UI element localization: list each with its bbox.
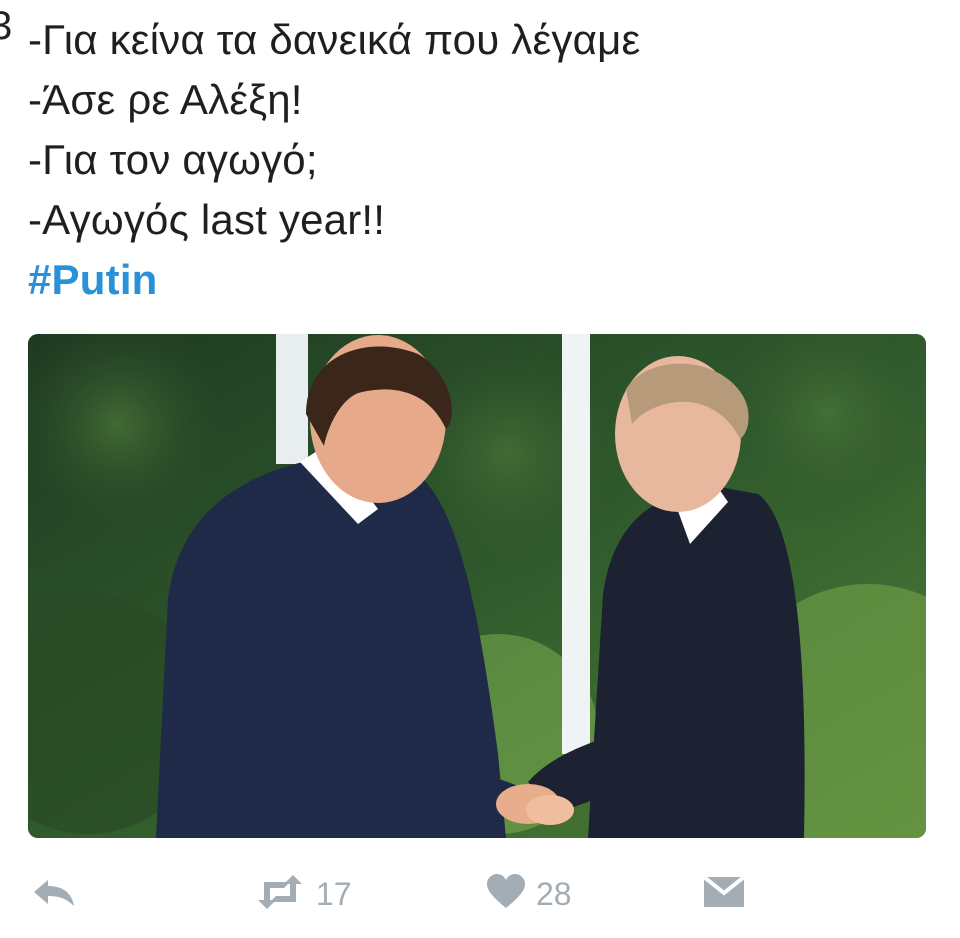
like-button[interactable]: 28 xyxy=(486,873,572,915)
heart-icon xyxy=(486,873,526,915)
cropped-edge-glyph: 3 xyxy=(0,4,13,48)
tweet-line-4: -Αγωγός last year!! xyxy=(28,196,386,243)
retweet-icon xyxy=(254,874,306,915)
reply-button[interactable] xyxy=(32,874,76,914)
tweet-photo[interactable] xyxy=(28,334,926,838)
hashtag-link[interactable]: #Putin xyxy=(28,250,928,310)
tweet-actions-bar: 17 28 xyxy=(0,860,960,930)
like-count: 28 xyxy=(536,875,572,912)
envelope-icon xyxy=(702,874,746,912)
retweet-button[interactable]: 17 xyxy=(254,874,352,914)
tweet-text: -Για κείνα τα δανεικά που λέγαμε -Άσε ρε… xyxy=(28,10,928,310)
tweet-card: 3 -Για κείνα τα δανεικά που λέγαμε -Άσε … xyxy=(0,0,960,938)
handshake-photo xyxy=(28,334,926,838)
direct-message-button[interactable] xyxy=(702,874,746,914)
reply-icon xyxy=(32,876,76,913)
tweet-line-2: -Άσε ρε Αλέξη! xyxy=(28,76,303,123)
retweet-count: 17 xyxy=(316,875,352,912)
tweet-line-1: -Για κείνα τα δανεικά που λέγαμε xyxy=(28,16,641,63)
tweet-line-3: -Για τον αγωγό; xyxy=(28,136,318,183)
